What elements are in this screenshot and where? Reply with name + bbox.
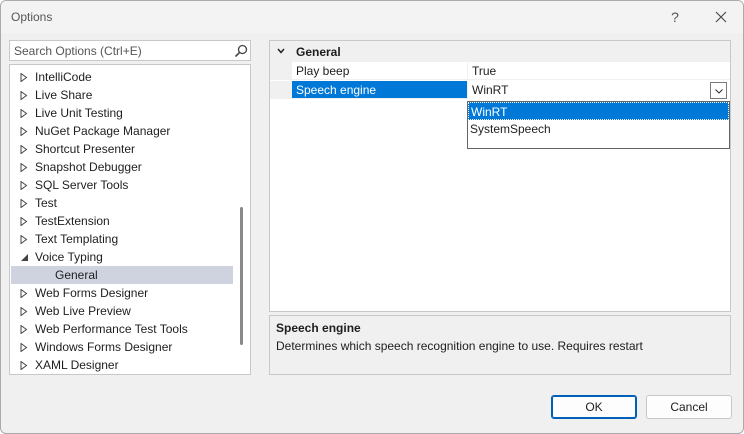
- close-icon: [715, 11, 727, 23]
- tree-item-web-live-preview[interactable]: Web Live Preview: [11, 302, 233, 320]
- ok-button[interactable]: OK: [551, 395, 637, 419]
- search-input[interactable]: [10, 41, 230, 60]
- tree-item-snapshot-debugger[interactable]: Snapshot Debugger: [11, 158, 233, 176]
- tree-item-intellicode[interactable]: IntelliCode: [11, 68, 233, 86]
- cancel-button[interactable]: Cancel: [646, 395, 732, 419]
- category-label: General: [296, 45, 341, 59]
- tree-item-nuget[interactable]: NuGet Package Manager: [11, 122, 233, 140]
- expand-arrow-icon[interactable]: [19, 234, 29, 244]
- search-icon[interactable]: [232, 42, 250, 59]
- tree-item-live-share[interactable]: Live Share: [11, 86, 233, 104]
- tree-item-label: Windows Forms Designer: [35, 340, 173, 354]
- collapse-arrow-icon[interactable]: [19, 252, 29, 262]
- options-dialog: Options ? IntelliCode Live Share: [0, 0, 744, 434]
- property-row-speech-engine[interactable]: Speech engine WinRT: [270, 81, 730, 100]
- tree-item-label: Live Unit Testing: [35, 106, 123, 120]
- tree-item-general[interactable]: General: [11, 266, 233, 284]
- tree-item-label: TestExtension: [35, 214, 110, 228]
- close-button[interactable]: [705, 5, 737, 29]
- speech-engine-dropdown-list: WinRT SystemSpeech: [467, 101, 730, 149]
- tree-item-text-templating[interactable]: Text Templating: [11, 230, 233, 248]
- property-name[interactable]: Speech engine: [292, 81, 468, 99]
- tree-item-label: NuGet Package Manager: [35, 124, 171, 138]
- expand-arrow-icon[interactable]: [19, 288, 29, 298]
- tree-item-shortcut-presenter[interactable]: Shortcut Presenter: [11, 140, 233, 158]
- tree-item-sql-server-tools[interactable]: SQL Server Tools: [11, 176, 233, 194]
- row-gutter: [270, 62, 292, 80]
- category-row-general[interactable]: General: [270, 41, 730, 62]
- tree-item-windows-forms-designer[interactable]: Windows Forms Designer: [11, 338, 233, 356]
- dropdown-option-winrt[interactable]: WinRT: [468, 102, 729, 120]
- expand-arrow-icon[interactable]: [19, 72, 29, 82]
- combobox-value: WinRT: [472, 83, 509, 97]
- expand-arrow-icon[interactable]: [19, 324, 29, 334]
- tree-scrollbar[interactable]: [240, 207, 243, 345]
- expand-arrow-icon[interactable]: [19, 216, 29, 226]
- chevron-down-icon: [714, 88, 723, 94]
- expand-arrow-icon[interactable]: [19, 126, 29, 136]
- expand-arrow-icon[interactable]: [19, 162, 29, 172]
- tree-item-label: Voice Typing: [35, 250, 103, 264]
- property-grid: General Play beep True Speech engine Win…: [269, 40, 731, 312]
- tree-item-label: XAML Designer: [35, 358, 119, 372]
- property-value[interactable]: True: [468, 62, 730, 80]
- property-name[interactable]: Play beep: [292, 62, 468, 80]
- tree-item-label: Live Share: [35, 88, 93, 102]
- tree-item-xaml-designer[interactable]: XAML Designer: [11, 356, 233, 374]
- expand-arrow-icon[interactable]: [19, 144, 29, 154]
- tree-item-label: Test: [35, 196, 58, 210]
- help-icon: ?: [671, 9, 679, 25]
- tree-item-label: Shortcut Presenter: [35, 142, 136, 156]
- tree-item-label: General: [55, 268, 98, 282]
- tree-item-label: Web Forms Designer: [35, 286, 149, 300]
- tree-item-label: Snapshot Debugger: [35, 160, 142, 174]
- expand-arrow-icon[interactable]: [19, 360, 29, 370]
- speech-engine-combobox[interactable]: WinRT: [468, 81, 730, 100]
- window-title: Options: [11, 10, 53, 24]
- tree-item-test[interactable]: Test: [11, 194, 233, 212]
- dropdown-button[interactable]: [710, 82, 727, 99]
- expand-arrow-icon[interactable]: [19, 198, 29, 208]
- tree-item-label: SQL Server Tools: [35, 178, 129, 192]
- tree-item-label: Text Templating: [35, 232, 119, 246]
- options-tree: IntelliCode Live Share Live Unit Testing…: [9, 64, 251, 375]
- tree-item-web-forms-designer[interactable]: Web Forms Designer: [11, 284, 233, 302]
- description-panel: Speech engine Determines which speech re…: [269, 315, 731, 375]
- expand-arrow-icon[interactable]: [19, 90, 29, 100]
- description-text: Determines which speech recognition engi…: [276, 339, 643, 353]
- tree-item-label: Web Performance Test Tools: [35, 322, 188, 336]
- expand-arrow-icon[interactable]: [19, 108, 29, 118]
- tree-item-voice-typing[interactable]: Voice Typing: [11, 248, 233, 266]
- tree-item-testextension[interactable]: TestExtension: [11, 212, 233, 230]
- tree-item-live-unit-testing[interactable]: Live Unit Testing: [11, 104, 233, 122]
- chevron-down-icon[interactable]: [276, 46, 286, 56]
- expand-arrow-icon[interactable]: [19, 306, 29, 316]
- title-bar: Options ?: [1, 1, 743, 33]
- help-button[interactable]: ?: [659, 5, 691, 29]
- description-title: Speech engine: [276, 321, 361, 335]
- expand-arrow-icon[interactable]: [19, 180, 29, 190]
- tree-item-label: IntelliCode: [35, 70, 92, 84]
- search-box: [9, 40, 251, 61]
- expand-arrow-icon[interactable]: [19, 342, 29, 352]
- property-row-play-beep[interactable]: Play beep True: [270, 62, 730, 80]
- tree-item-web-performance-test-tools[interactable]: Web Performance Test Tools: [11, 320, 233, 338]
- dropdown-option-systemspeech[interactable]: SystemSpeech: [468, 120, 729, 138]
- row-gutter: [270, 81, 292, 99]
- tree-item-label: Web Live Preview: [35, 304, 131, 318]
